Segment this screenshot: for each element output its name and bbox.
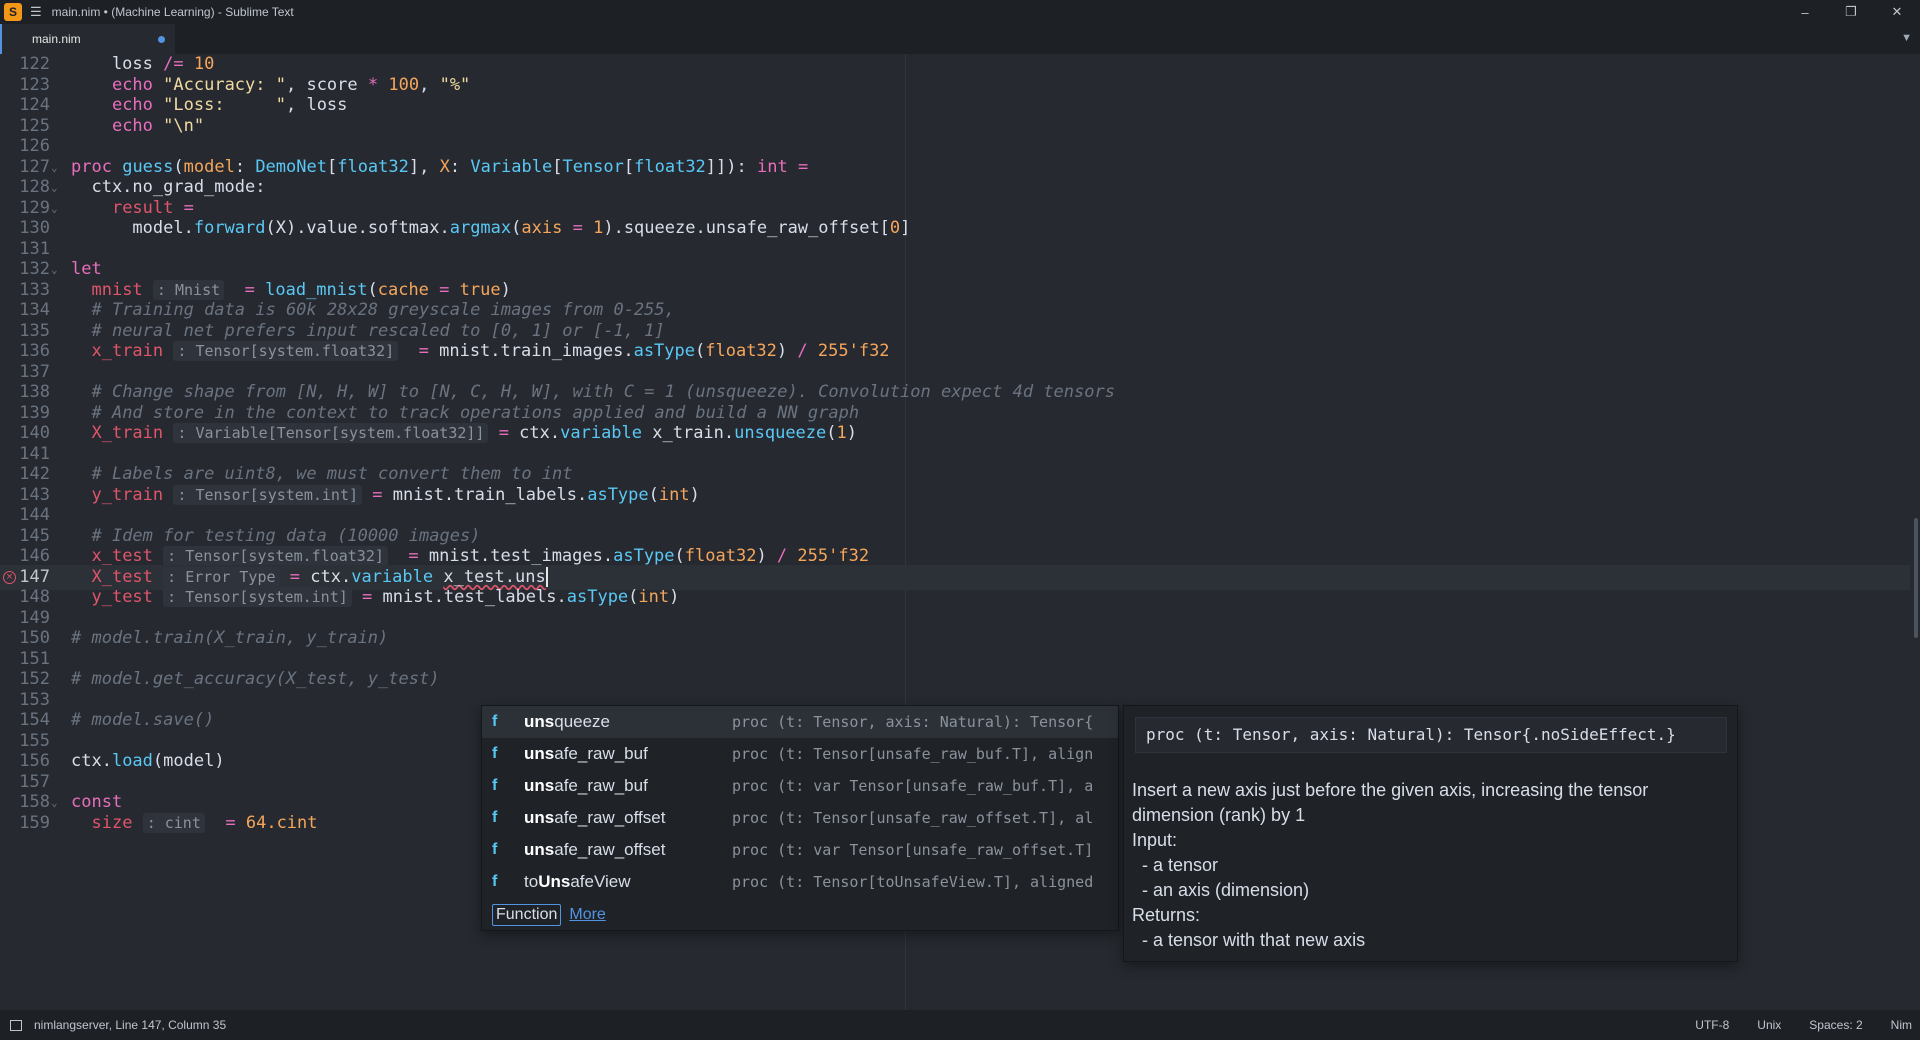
- vertical-scrollbar[interactable]: [1914, 518, 1918, 638]
- completion-item[interactable]: f unsafe_raw_offset proc (t: var Tensor[un…: [482, 834, 1118, 866]
- doc-line: Insert a new axis just before the given …: [1132, 780, 1649, 800]
- status-right: UTF-8 Unix Spaces: 2 Nim: [1695, 1010, 1912, 1040]
- tab-dropdown-icon[interactable]: ▼: [1901, 32, 1912, 44]
- tab-main-nim[interactable]: main.nim: [0, 24, 175, 54]
- doc-line: Returns:: [1132, 905, 1201, 925]
- syntax-status[interactable]: Nim: [1891, 1018, 1912, 1032]
- indentation-status[interactable]: Spaces: 2: [1809, 1018, 1862, 1032]
- autocomplete-popup[interactable]: f unsqueeze proc (t: Tensor, axis: Natural…: [481, 705, 1119, 931]
- sublime-logo-icon: S: [4, 3, 22, 21]
- line-endings-status[interactable]: Unix: [1757, 1018, 1781, 1032]
- line-number: 159: [19, 812, 50, 833]
- doc-description: Insert a new axis just before the given …: [1132, 778, 1728, 953]
- doc-line: - an axis (dimension): [1132, 880, 1310, 900]
- status-position: nimlangserver, Line 147, Column 35: [34, 1018, 227, 1032]
- code-text: size : cint = 64.cint: [91, 812, 318, 833]
- minimize-button[interactable]: –: [1782, 0, 1828, 24]
- doc-line: - a tensor: [1132, 855, 1219, 875]
- close-button[interactable]: ✕: [1874, 0, 1920, 24]
- completion-item[interactable]: f unsafe_raw_offset proc (t: Tensor[unsafe…: [482, 802, 1118, 834]
- window-title: main.nim • (Machine Learning) - Sublime …: [51, 5, 294, 19]
- unsaved-dot-icon[interactable]: [158, 36, 165, 43]
- completion-signature: proc (t: var Tensor[unsafe_raw_buf.T], a: [732, 777, 1094, 795]
- completion-name: unsafe_raw_buf: [524, 776, 648, 795]
- function-kind-icon: f: [492, 841, 498, 858]
- doc-line: dimension (rank) by 1: [1132, 805, 1306, 825]
- completion-name: unsafe_raw_offset: [524, 808, 666, 827]
- completion-signature: proc (t: Tensor[unsafe_raw_offset.T], al: [732, 809, 1094, 827]
- function-kind-icon: f: [492, 809, 498, 826]
- more-link[interactable]: More: [569, 904, 605, 926]
- tab-bar: main.nim ▼: [0, 24, 1920, 54]
- completion-item[interactable]: f unsafe_raw_buf proc (t: var Tensor[unsaf…: [482, 770, 1118, 802]
- encoding-status[interactable]: UTF-8: [1695, 1018, 1729, 1032]
- window-controls: – ❐ ✕: [1782, 0, 1920, 24]
- title-bar: S ☰ main.nim • (Machine Learning) - Subl…: [0, 0, 1920, 24]
- completion-name: unsafe_raw_buf: [524, 744, 648, 763]
- status-bar: nimlangserver, Line 147, Column 35 UTF-8…: [0, 1010, 1920, 1040]
- completion-signature: proc (t: Tensor[toUnsafeView.T], aligned: [732, 873, 1094, 891]
- function-kind-icon: f: [492, 777, 498, 794]
- completion-signature: proc (t: Tensor, axis: Natural): Tensor{: [732, 713, 1094, 731]
- autocomplete-footer: Function More: [492, 904, 606, 926]
- completion-signature: proc (t: var Tensor[unsafe_raw_offset.T]: [732, 841, 1094, 859]
- function-kind-icon: f: [492, 873, 498, 890]
- completion-name: unsqueeze: [524, 712, 611, 731]
- kind-badge: Function: [492, 904, 562, 926]
- tab-label: main.nim: [32, 32, 81, 46]
- function-kind-icon: f: [492, 713, 498, 730]
- doc-line: Input:: [1132, 830, 1178, 850]
- doc-signature: proc (t: Tensor, axis: Natural): Tensor{…: [1135, 717, 1727, 753]
- completion-item[interactable]: f unsqueeze proc (t: Tensor, axis: Natural…: [482, 706, 1118, 738]
- function-kind-icon: f: [492, 745, 498, 762]
- completion-item[interactable]: f toUnsafeView proc (t: Tensor[toUnsafeVie…: [482, 866, 1118, 898]
- completion-name: unsafe_raw_offset: [524, 840, 666, 859]
- toggle-panel-icon[interactable]: [10, 1019, 22, 1031]
- completion-signature: proc (t: Tensor[unsafe_raw_buf.T], align: [732, 745, 1094, 763]
- completion-name: toUnsafeView: [524, 872, 631, 891]
- documentation-popup: proc (t: Tensor, axis: Natural): Tensor{…: [1123, 705, 1738, 962]
- completion-item[interactable]: f unsafe_raw_buf proc (t: Tensor[unsafe_ra…: [482, 738, 1118, 770]
- hamburger-menu-icon[interactable]: ☰: [30, 4, 42, 20]
- restore-button[interactable]: ❐: [1828, 0, 1874, 24]
- doc-line: - a tensor with that new axis: [1132, 930, 1366, 950]
